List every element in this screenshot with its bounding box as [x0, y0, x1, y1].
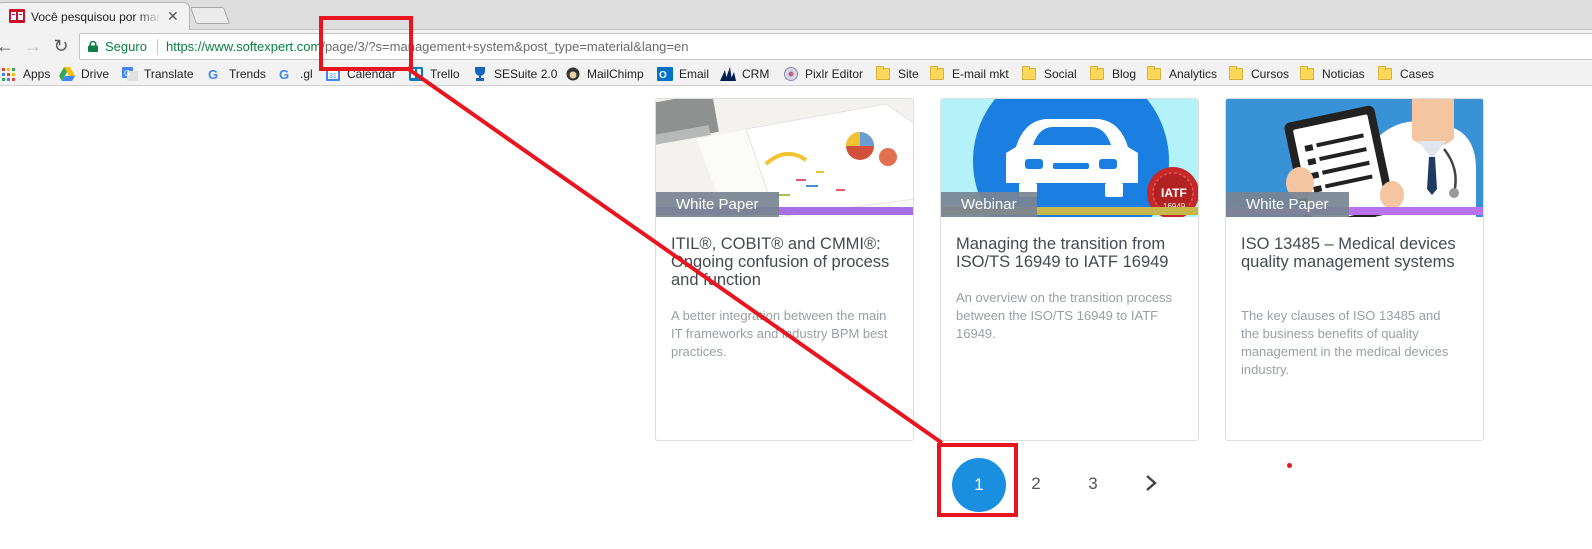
bookmark-label: Site: [898, 67, 919, 81]
tab-close-icon[interactable]: ✕: [167, 8, 179, 24]
bookmark-label: E-mail mkt: [952, 67, 1009, 81]
new-tab-button[interactable]: [189, 7, 231, 24]
translate-icon: G: [122, 67, 138, 81]
address-bar[interactable]: Seguro https://www.softexpert.com/page/3…: [79, 33, 1592, 60]
bookmark-folder-analytics[interactable]: Analytics: [1147, 66, 1217, 82]
card-title[interactable]: ISO 13485 – Medical devices quality mana…: [1241, 235, 1473, 271]
url-host: https://www.softexpert.com: [166, 39, 322, 54]
card-description: An overview on the transition process be…: [956, 290, 1173, 341]
annotation-box-url: [319, 16, 413, 71]
bookmark-label: Analytics: [1169, 67, 1218, 81]
bookmark-folder-cursos[interactable]: Cursos: [1229, 66, 1289, 82]
folder-icon: [1147, 66, 1161, 80]
bookmark-folder-site[interactable]: Site: [876, 66, 919, 82]
bookmark-label: Translate: [144, 67, 194, 81]
bookmark-label: MailChimp: [587, 67, 644, 81]
bookmark-label: Cursos: [1251, 67, 1290, 81]
bookmark-label: Social: [1044, 67, 1077, 81]
folder-icon: [1022, 66, 1036, 80]
lock-icon: [88, 41, 98, 52]
page-2-button[interactable]: 2: [1026, 474, 1046, 494]
bookmark-folder-blog[interactable]: Blog: [1090, 66, 1136, 82]
bookmark-label: Pixlr Editor: [805, 67, 864, 81]
bookmark-sesuite[interactable]: SESuite 2.0: [472, 66, 557, 82]
bookmark-mailchimp[interactable]: MailChimp: [565, 66, 644, 82]
material-card[interactable]: White Paper ISO 13485 – Medical devices …: [1225, 98, 1484, 441]
bookmark-label: .gl: [300, 67, 313, 81]
bookmark-apps[interactable]: Apps: [2, 66, 50, 82]
material-card[interactable]: White Paper ITIL®, COBIT® and CMMI®: Ong…: [655, 98, 914, 441]
page-3-button[interactable]: 3: [1083, 474, 1103, 494]
svg-text:G: G: [124, 69, 130, 78]
apps-grid-icon: [2, 67, 15, 81]
tab-title: Você pesquisou por man: [31, 10, 161, 24]
material-type-badge: White Paper: [656, 192, 779, 217]
reload-icon[interactable]: ↻: [52, 36, 70, 56]
outlook-icon: O: [657, 67, 673, 81]
browser-tab[interactable]: Você pesquisou por man ✕: [0, 2, 190, 30]
svg-text:31: 31: [329, 73, 337, 80]
folder-icon: [876, 66, 890, 80]
secure-label: Seguro: [105, 39, 147, 54]
forward-arrow-icon[interactable]: →: [24, 36, 42, 56]
folder-icon: [930, 66, 944, 80]
url-text[interactable]: https://www.softexpert.com/page/3/?s=man…: [166, 39, 688, 54]
bookmark-label: Cases: [1400, 67, 1435, 81]
annotation-box-page-1: [937, 443, 1018, 517]
folder-icon: [1229, 66, 1243, 80]
bookmark-trello[interactable]: Trello: [408, 66, 460, 82]
trophy-icon: [475, 67, 485, 81]
card-title[interactable]: Managing the transition from ISO/TS 1694…: [956, 235, 1188, 271]
bookmark-label: SESuite 2.0: [494, 67, 558, 81]
card-title[interactable]: ITIL®, COBIT® and CMMI®: Ongoing confusi…: [671, 235, 903, 289]
bookmark-email[interactable]: O Email: [657, 66, 709, 82]
bookmark-label: Drive: [81, 67, 110, 81]
bookmark-trends[interactable]: G Trends: [207, 66, 266, 82]
bookmark-drive[interactable]: Drive: [59, 66, 109, 82]
page-content: White Paper ITIL®, COBIT® and CMMI®: Ong…: [0, 86, 1592, 549]
bookmark-label: Trello: [430, 67, 460, 81]
card-description: The key clauses of ISO 13485 and the bus…: [1241, 308, 1449, 377]
bookmark-goo-gl[interactable]: G .gl: [278, 66, 313, 82]
seal-line1-text: IATF: [1161, 186, 1187, 200]
bookmark-translate[interactable]: G Translate: [122, 66, 194, 82]
annotation-dot: [1287, 463, 1292, 468]
card-description: A better integration between the main IT…: [671, 308, 888, 359]
material-type-badge: Webinar: [941, 192, 1037, 217]
bookmark-label: Trends: [229, 67, 266, 81]
bookmark-pixlr[interactable]: Pixlr Editor: [783, 66, 863, 82]
drive-icon: [59, 67, 75, 81]
pixlr-icon: [784, 67, 798, 81]
chevron-right-icon[interactable]: [1140, 472, 1162, 494]
tab-strip: Você pesquisou por man ✕: [0, 0, 1592, 30]
svg-text:G: G: [279, 67, 289, 81]
bookmark-crm[interactable]: CRM: [720, 66, 769, 82]
google-icon: G: [208, 67, 218, 81]
svg-text:O: O: [659, 70, 667, 81]
bookmark-label: CRM: [742, 67, 770, 81]
omnibox-divider: [157, 39, 158, 55]
bookmark-label: Noticias: [1322, 67, 1365, 81]
material-type-badge: White Paper: [1226, 192, 1349, 217]
folder-icon: [1378, 66, 1392, 80]
mailchimp-icon: [566, 67, 580, 81]
bookmark-folder-noticias[interactable]: Noticias: [1300, 66, 1365, 82]
folder-icon: [1300, 66, 1314, 80]
bookmark-label: Apps: [23, 67, 51, 81]
bookmark-folder-email-mkt[interactable]: E-mail mkt: [930, 66, 1009, 82]
material-card[interactable]: IATF 16949 Webinar Managing the transiti…: [940, 98, 1199, 441]
browser-toolbar: ← → ↻ Seguro https://www.softexpert.com/…: [0, 30, 1592, 62]
softexpert-favicon-icon: [9, 9, 25, 23]
folder-icon: [1090, 66, 1104, 80]
dynamics-icon: [720, 67, 736, 81]
bookmarks-bar: Apps Drive G Translate G Trends G .gl 31…: [0, 62, 1592, 86]
bookmark-folder-social[interactable]: Social: [1022, 66, 1077, 82]
svg-text:G: G: [208, 67, 218, 81]
bookmark-folder-cases[interactable]: Cases: [1378, 66, 1434, 82]
bookmark-label: Blog: [1112, 67, 1137, 81]
bookmark-label: Email: [679, 67, 710, 81]
google-icon: G: [279, 67, 289, 81]
back-arrow-icon[interactable]: ←: [0, 36, 14, 56]
